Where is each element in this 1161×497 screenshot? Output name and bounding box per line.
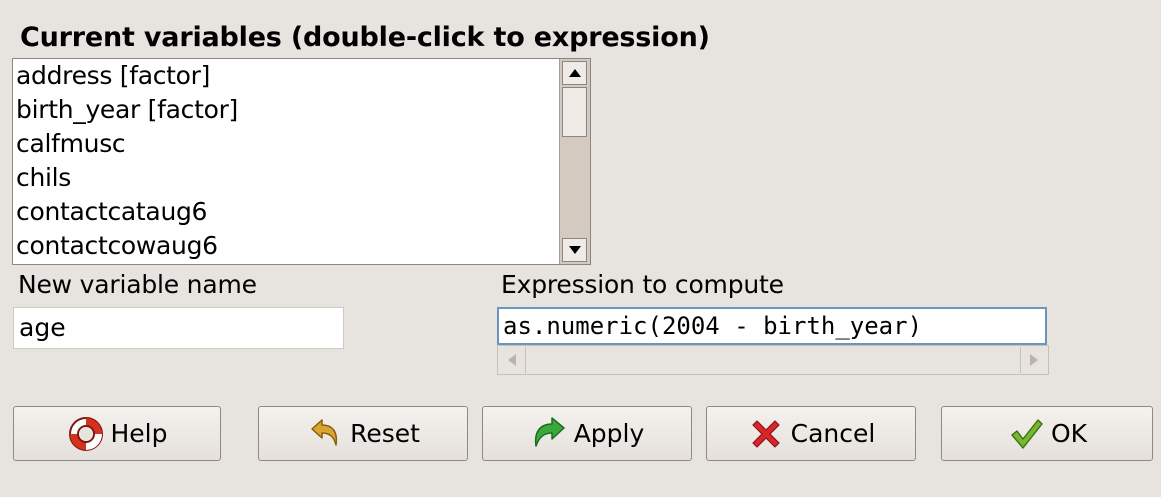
apply-button[interactable]: Apply — [482, 406, 692, 461]
scroll-down-button[interactable] — [562, 238, 587, 262]
list-item[interactable]: birth_year [factor] — [13, 93, 558, 127]
undo-arrow-icon — [306, 415, 344, 453]
cancel-button-label: Cancel — [790, 419, 876, 448]
ok-button-label: OK — [1050, 419, 1088, 448]
arrow-down-icon — [568, 246, 581, 254]
new-variable-input[interactable]: age — [13, 307, 344, 349]
current-variables-title: Current variables (double-click to expre… — [20, 22, 710, 53]
help-button-label: Help — [110, 419, 168, 448]
scroll-right-button[interactable] — [1020, 347, 1047, 373]
checkmark-icon — [1007, 415, 1045, 453]
new-variable-label: New variable name — [18, 270, 257, 299]
ok-button[interactable]: OK — [941, 406, 1153, 461]
list-item[interactable]: address [factor] — [13, 59, 558, 93]
reset-button-label: Reset — [350, 419, 420, 448]
list-item[interactable]: contactcowaug6 — [13, 229, 558, 263]
scroll-left-button[interactable] — [499, 347, 526, 373]
arrow-right-icon — [1030, 354, 1038, 366]
red-x-icon — [747, 415, 785, 453]
lifebuoy-icon — [67, 415, 105, 453]
list-item[interactable]: contactcataug6 — [13, 195, 558, 229]
cancel-button[interactable]: Cancel — [706, 406, 916, 461]
apply-button-label: Apply — [573, 419, 645, 448]
expression-horizontal-scrollbar[interactable] — [497, 345, 1049, 375]
variables-list-items: address [factor] birth_year [factor] cal… — [13, 59, 558, 264]
scrollbar-thumb[interactable] — [562, 87, 587, 137]
variables-listbox[interactable]: address [factor] birth_year [factor] cal… — [12, 58, 591, 265]
scroll-up-button[interactable] — [562, 61, 587, 85]
arrow-up-icon — [568, 69, 581, 77]
reset-button[interactable]: Reset — [258, 406, 468, 461]
help-button[interactable]: Help — [13, 406, 221, 461]
variables-vertical-scrollbar[interactable] — [559, 59, 590, 264]
expression-label: Expression to compute — [501, 270, 784, 299]
expression-input[interactable]: as.numeric(2004 - birth_year) — [497, 307, 1047, 345]
redo-arrow-icon — [530, 415, 568, 453]
list-item[interactable]: chils — [13, 161, 558, 195]
list-item[interactable]: calfmusc — [13, 127, 558, 161]
arrow-left-icon — [508, 354, 516, 366]
